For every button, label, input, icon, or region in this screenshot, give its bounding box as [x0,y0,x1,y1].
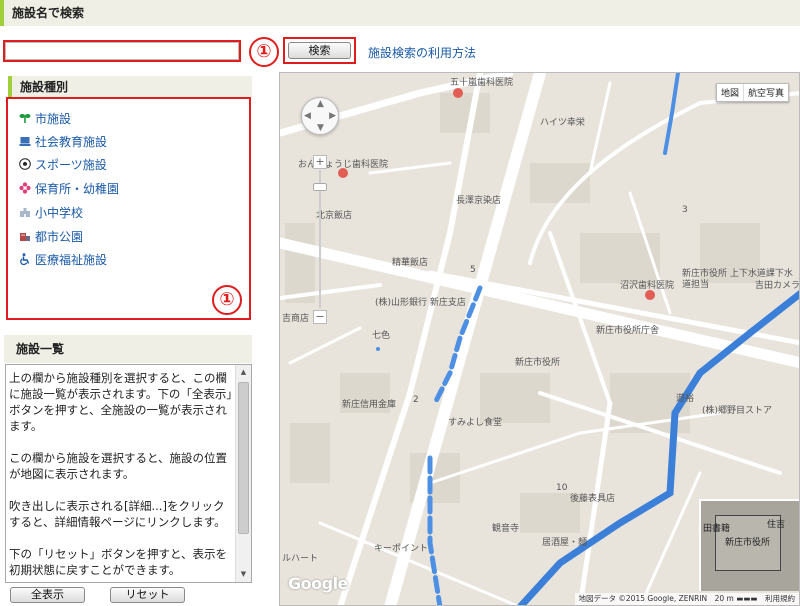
pan-down-icon[interactable]: ▼ [317,123,324,133]
pan-right-icon[interactable]: ▶ [329,111,336,121]
category-label: 保育所・幼稚園 [35,181,120,196]
instruction-paragraph: 上の欄から施設種別を選択すると、この欄に施設一覧が表示されます。下の「全表示」ボ… [9,371,233,433]
map-label: 吉商店 [282,314,310,324]
map-label: 10 [556,483,568,493]
overview-label: 新庄市役所 [725,538,771,548]
map-label: 2 [413,395,419,405]
search-help-link[interactable]: 施設検索の利用方法 [368,44,476,61]
map-label: おんじょうじ歯科医院 [298,160,389,170]
zoom-out-button[interactable]: − [313,310,327,324]
category-label: 都市公園 [35,229,84,244]
facility-list-box[interactable]: 上の欄から施設種別を選択すると、この欄に施設一覧が表示されます。下の「全表示」ボ… [5,364,252,583]
facility-list-instructions: 上の欄から施設種別を選択すると、この欄に施設一覧が表示されます。下の「全表示」ボ… [9,370,235,582]
map-label: (株)山形銀行 新庄支店 [375,298,466,308]
map-label: 後藤表具店 [570,494,616,504]
map-label: ルハート [282,554,319,564]
scroll-thumb[interactable] [238,382,249,534]
wheelchair-icon [18,253,31,266]
map-type-map-button[interactable]: 地図 [717,84,743,101]
category-label: 社会教育施設 [35,134,108,149]
instruction-paragraph: 吹き出しに表示される[詳細...]をクリックすると、詳細情報ページにリンクします… [9,499,226,529]
category-item-nursery[interactable]: 保育所・幼稚園 [18,179,119,197]
map-view[interactable]: 五十嵐歯科医院 ハイツ幸栄 おんじょうじ歯科医院 長澤京染店 北京飯店 精華飯店… [279,72,800,606]
overview-map[interactable]: 新庄市役所 田書籍 住吉 [699,499,799,591]
category-item-medical-welfare[interactable]: 医療福祉施設 [18,250,107,268]
list-scrollbar[interactable]: ▲ ▼ [235,365,251,582]
category-label: 医療福祉施設 [35,252,108,267]
map-label: 長澤京染店 [456,196,502,206]
overview-label: 田書籍 [703,524,731,534]
map-type-selector[interactable]: 地図 航空写真 [715,83,789,102]
pan-left-icon[interactable]: ◀ [304,111,311,121]
map-label: 5 [470,265,476,275]
category-label: 小中学校 [35,205,84,220]
map-label: 3 [682,205,688,215]
map-label: 観音寺 [492,524,520,534]
computer-icon [18,135,31,148]
category-label: 市施設 [35,111,72,126]
map-label: 新庄市役所 [515,358,561,368]
map-label: 北京飯店 [316,211,353,221]
map-label: (株)郷野目ストア [702,406,773,416]
search-button[interactable]: 検索 [288,42,351,59]
facility-list-header: 施設一覧 [4,335,252,363]
category-list: 市施設 社会教育施設 スポーツ施設 保育所・幼稚園 小中学校 都市公園 医療福祉… [6,97,251,320]
map-label: 遊裕 [676,394,695,404]
annotation-marker-1: ① [212,285,242,315]
category-section-header: 施設種別 [8,76,252,98]
category-label: スポーツ施設 [35,157,107,172]
category-item-social-education[interactable]: 社会教育施設 [18,132,107,150]
category-item-city-facility[interactable]: 市施設 [18,109,71,127]
category-item-sports[interactable]: スポーツ施設 [18,155,107,173]
scroll-down-arrow-icon[interactable]: ▼ [236,567,251,582]
map-label: 五十嵐歯科医院 [450,78,514,88]
search-section-header: 施設名で検索 [0,0,800,26]
sprout-icon [18,112,31,125]
flower-icon [18,182,31,195]
scroll-up-arrow-icon[interactable]: ▲ [236,365,251,380]
park-icon [18,230,31,243]
map-label: すみよし食堂 [448,418,503,428]
category-item-school[interactable]: 小中学校 [18,203,83,221]
map-label: キーポイント [374,544,429,554]
show-all-button[interactable]: 全表示 [10,587,85,603]
map-label: 吉田カメラ [755,281,800,291]
facility-name-search-input[interactable] [3,40,241,62]
map-label: 新庄市役所庁舎 [596,326,660,336]
map-label: 七色 [372,331,391,341]
soccer-ball-icon [18,158,31,171]
zoom-slider-thumb[interactable] [313,183,327,191]
map-label: 精華飯店 [392,258,429,268]
map-type-satellite-button[interactable]: 航空写真 [742,84,788,101]
school-icon [18,206,31,219]
map-label: 居酒屋・麺 [542,538,588,548]
map-label: ハイツ幸栄 [540,118,585,128]
pan-control[interactable]: ▲ ▼ ◀ ▶ [301,97,339,135]
zoom-in-button[interactable]: + [313,155,327,169]
pan-up-icon[interactable]: ▲ [317,99,324,109]
annotation-marker-1: ① [249,37,279,67]
category-item-city-park[interactable]: 都市公園 [18,227,83,245]
instruction-paragraph: この欄から施設を選択すると、施設の位置が地図に表示されます。 [9,451,228,481]
search-button-highlight: 検索 [283,37,356,64]
map-label: 沼沢歯科医院 [620,281,675,291]
map-label: 新庄信用金庫 [342,400,397,410]
map-attribution: 地図データ ©2015 Google, ZENRIN 20 m ▬▬▬ 利用規約 [574,593,799,605]
google-logo: Google [288,574,348,593]
overview-label: 住吉 [767,520,786,530]
instruction-paragraph: 下の「リセット」ボタンを押すと、表示を初期状態に戻すことができます。 [9,547,228,577]
reset-button[interactable]: リセット [110,587,185,603]
